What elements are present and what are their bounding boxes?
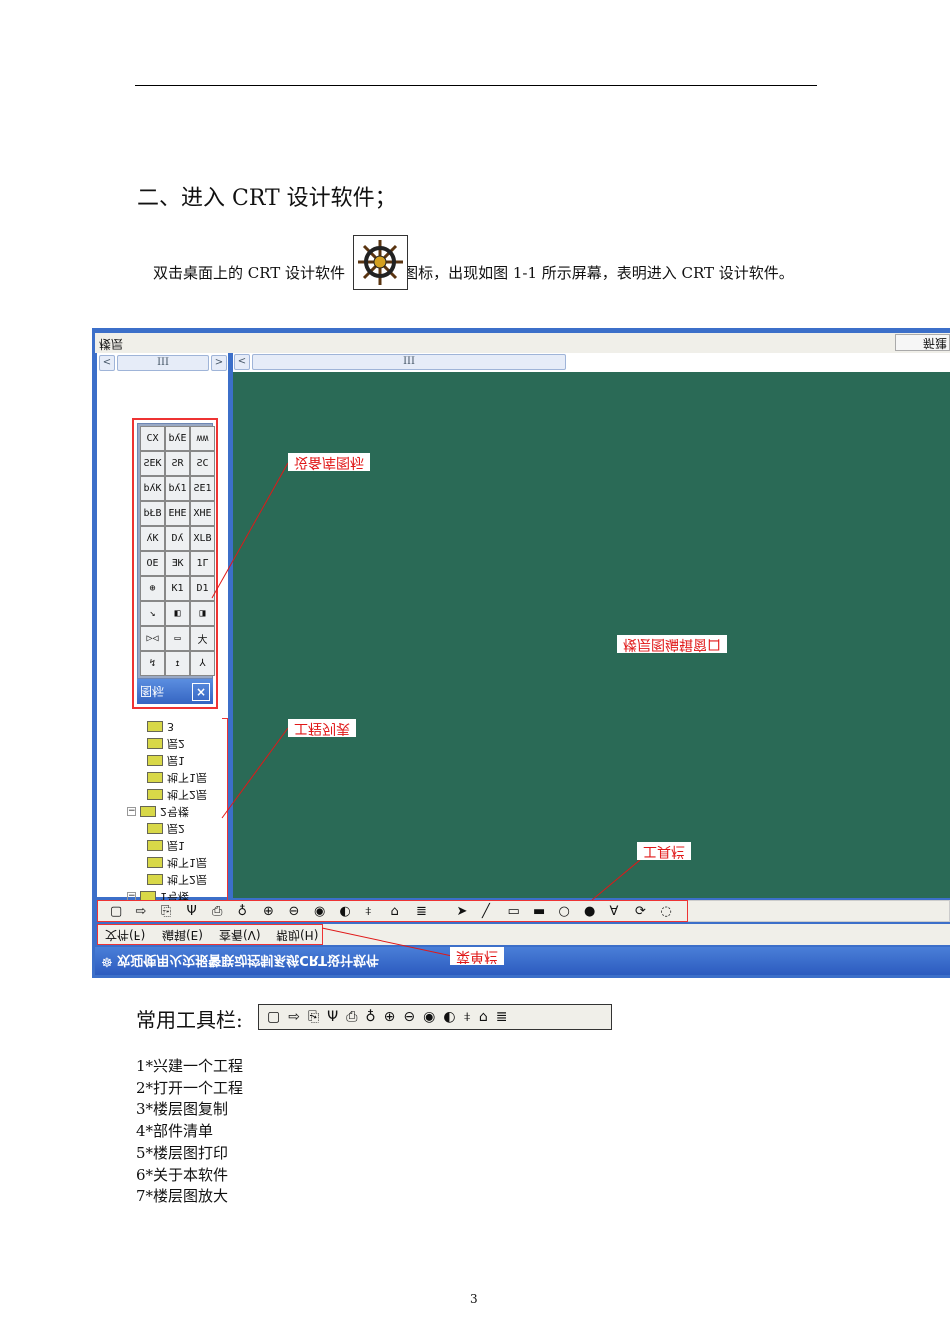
toolbar-strip-icon: ≣ (495, 1009, 508, 1025)
list-item: 4*部件清单 (136, 1122, 214, 1141)
page-number: 3 (470, 1292, 478, 1306)
toolbar-item-list: 1*兴建一个工程 2*打开一个工程 3*楼层图复制 4*部件清单 5*楼层图打印 6*关于… (136, 1056, 243, 1208)
toolbar-strip-icon: ♁ (365, 1009, 376, 1025)
toolbar-strip-icon: ⊖ (403, 1009, 416, 1025)
toolbar-strip-icon: ⎙ (346, 1009, 358, 1025)
intro-after: 图标，出现如图 1-1 所示屏幕，表明进入 CRT 设计软件。 (403, 264, 794, 282)
callout-lines (211, 462, 641, 957)
crt-software-screenshot: 楼层 新建 < III > CX bʎE ʍʍ ƧEK ƧR ƧC bʎK bʎ1 ƧE1 bŁB E… (92, 328, 950, 978)
toolbar-strip-icon: ▢ (267, 1009, 281, 1025)
list-item: 2*打开一个工程 (136, 1078, 244, 1097)
toolbar-caption: 常用工具栏: (136, 1008, 243, 1032)
list-item: 5*楼层图打印 (136, 1143, 229, 1162)
list-item: 6*关于本软件 (136, 1165, 229, 1184)
toolbar-strip-icon: ◉ (423, 1009, 436, 1025)
callout-tree: 工程列表 (288, 719, 356, 737)
callout-canvas: 楼层图编辑窗口 (617, 635, 727, 653)
toolbar-strip-icon: ⊕ (383, 1009, 396, 1025)
crt-app-wheel-icon (353, 235, 408, 290)
section-heading: 二、进入 CRT 设计软件； (137, 186, 397, 211)
toolbar-strip-icon: ◐ (443, 1009, 456, 1025)
toolbar-strip-icon: ⌂ (478, 1009, 488, 1025)
intro-before: 双击桌面上的 CRT 设计软件 (153, 264, 346, 282)
list-item: 7*楼层图放大 (136, 1187, 229, 1206)
callout-palette: 设备库图标 (288, 453, 370, 471)
callout-toolbar: 工具栏 (637, 842, 691, 860)
list-item: 1*兴建一个工程 (136, 1057, 244, 1075)
intro-paragraph: 双击桌面上的 CRT 设计软件 图标，出现如图 1-1 所示屏幕，表明进入 CRT… (153, 262, 794, 283)
toolbar-strip-icon: ⧧ (463, 1009, 471, 1025)
toolbar-strip-icon: ⇨ (288, 1009, 300, 1025)
list-item: 3*楼层图复制 (136, 1100, 229, 1119)
toolbar-strip-icon: ⎘ (307, 1009, 320, 1025)
common-toolbar-image: ▢ ⇨ ⎘ Ψ ⎙ ♁ ⊕ ⊖ ◉ ◐ ⧧ ⌂ ≣ (258, 1004, 612, 1030)
toolbar-strip-icon: Ψ (327, 1009, 339, 1025)
callout-menu: 菜单栏 (450, 947, 504, 965)
header-rule (135, 85, 817, 86)
